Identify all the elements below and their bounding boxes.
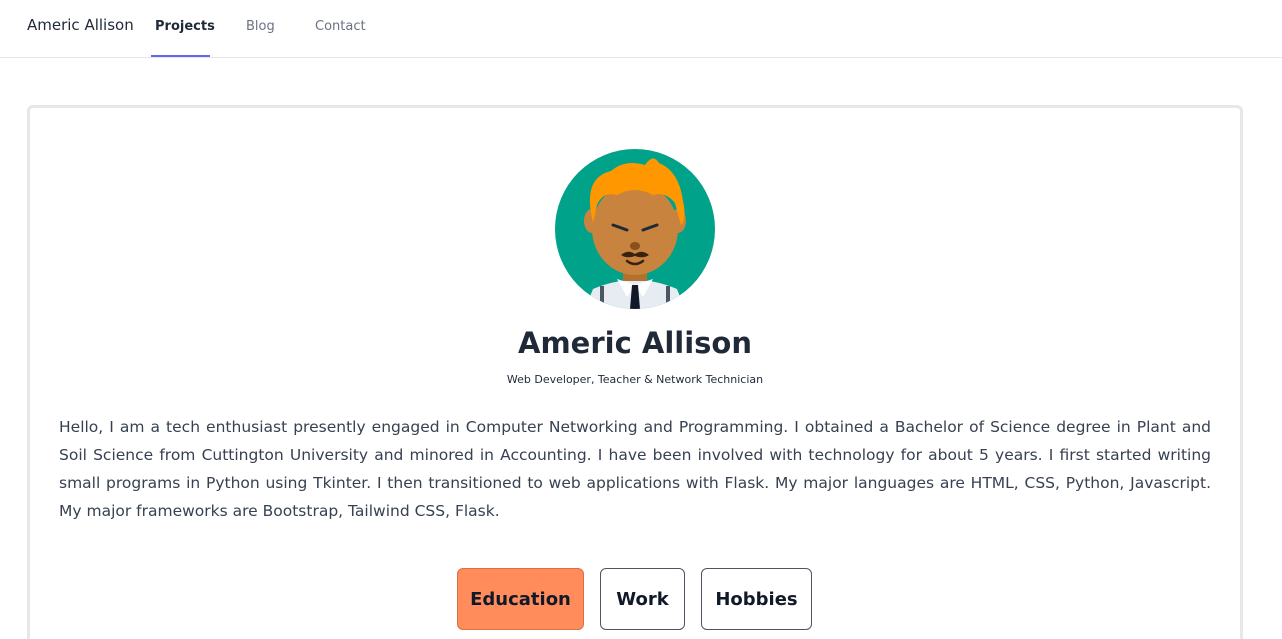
education-tab-button[interactable]: Education bbox=[457, 568, 584, 630]
profile-bio: Hello, I am a tech enthusiast presently … bbox=[59, 418, 1211, 520]
hobbies-tab-button[interactable]: Hobbies bbox=[701, 568, 812, 630]
profile-name: Americ Allison bbox=[518, 326, 752, 360]
work-tab-button[interactable]: Work bbox=[600, 568, 685, 630]
cartoon-man-avatar-icon bbox=[555, 149, 715, 309]
active-nav-underline bbox=[151, 55, 210, 57]
nav-link-projects[interactable]: Projects bbox=[155, 19, 215, 34]
nav-link-contact[interactable]: Contact bbox=[315, 19, 366, 34]
brand-name[interactable]: Americ Allison bbox=[27, 16, 134, 34]
profile-subtitle: Web Developer, Teacher & Network Technic… bbox=[506, 373, 764, 386]
top-navbar: Americ Allison Projects Blog Contact bbox=[0, 0, 1282, 58]
nav-link-blog[interactable]: Blog bbox=[246, 19, 275, 34]
